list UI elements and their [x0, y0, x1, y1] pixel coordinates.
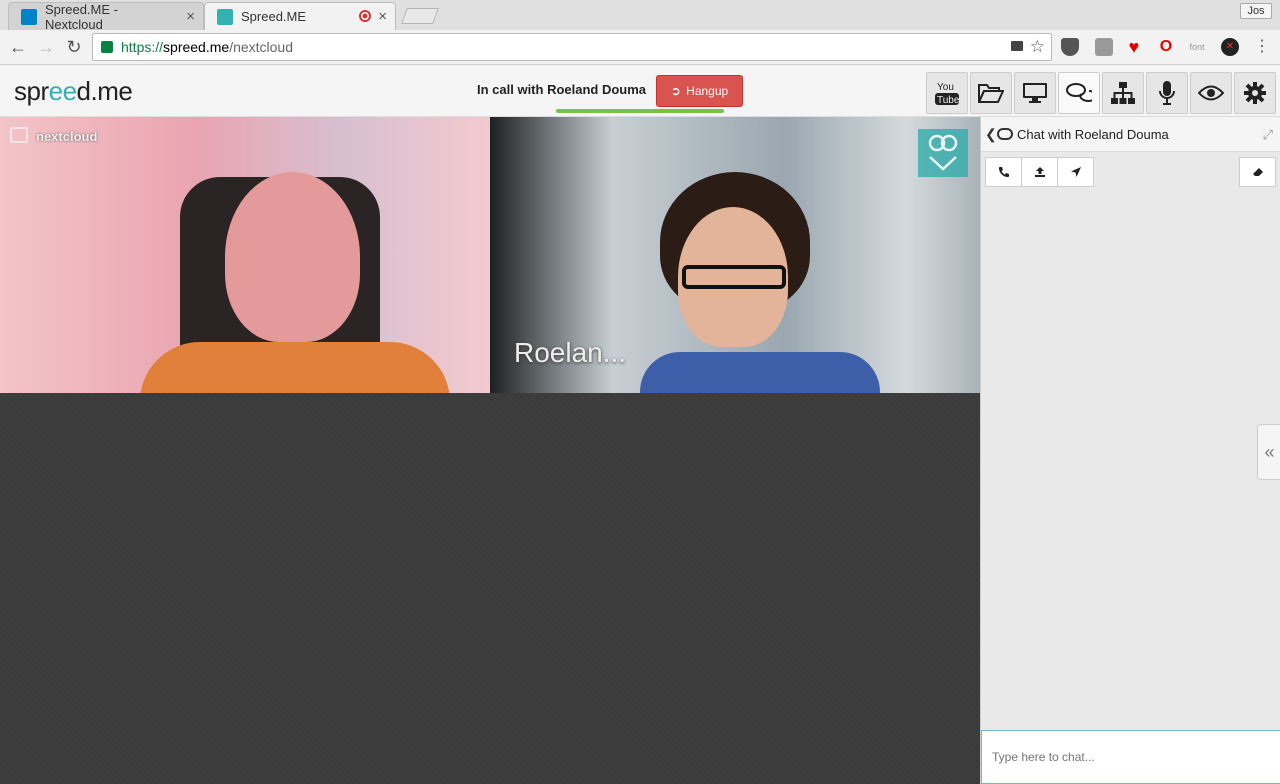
hangup-label: Hangup [686, 84, 729, 98]
upload-icon [1034, 167, 1045, 177]
chat-call-button[interactable] [985, 157, 1022, 187]
chat-pane: ❮ Chat with Roeland Douma ⤢ « [980, 117, 1280, 784]
logo-suffix: d.me [76, 76, 133, 106]
browser-tabstrip: Spreed.ME - Nextcloud × Spreed.ME × Jos [0, 0, 1280, 32]
chat-clear-button[interactable] [1239, 157, 1276, 187]
video-stage: nextcloud Roelan... [0, 117, 980, 784]
youtube-icon: You Tube [935, 82, 959, 106]
address-bar[interactable]: https://spreed.me/nextcloud ☆ [92, 33, 1052, 61]
eraser-icon [1252, 168, 1263, 176]
recording-indicator-icon [359, 10, 371, 22]
close-icon[interactable]: × [378, 8, 387, 25]
back-arrow-icon[interactable]: ← [8, 37, 28, 57]
hangup-button[interactable]: ➲ Hangup [656, 75, 743, 107]
app-header: spreed.me In call with Roeland Douma ➲ H… [0, 66, 1280, 117]
mic-button[interactable] [1146, 72, 1188, 114]
tab-title: Spreed.ME - Nextcloud [45, 1, 118, 32]
forward-arrow-icon[interactable]: → [36, 37, 56, 57]
url-host: spreed.me [163, 39, 230, 55]
remote-video-label: Roelan... [514, 337, 627, 368]
opera-icon[interactable]: O [1157, 38, 1175, 56]
folder-open-icon [978, 84, 1004, 103]
font-extension-icon[interactable]: font [1188, 38, 1206, 56]
files-button[interactable] [970, 72, 1012, 114]
extension-icon[interactable] [1095, 38, 1113, 56]
nextcloud-favicon-icon [21, 9, 37, 25]
chat-title: Chat with Roeland Douma [1017, 127, 1169, 142]
camera-button[interactable] [1190, 72, 1232, 114]
camera-in-use-icon[interactable] [1011, 41, 1023, 51]
expand-icon[interactable]: ⤢ [1263, 117, 1273, 152]
block-extension-icon[interactable]: ✕ [1221, 38, 1239, 56]
chat-input[interactable] [981, 730, 1280, 784]
settings-button[interactable] [1234, 72, 1276, 114]
remote-participant-glasses [682, 265, 786, 289]
call-progress-bar [556, 109, 724, 113]
bookmark-star-icon[interactable]: ☆ [1030, 34, 1045, 60]
profile-button[interactable]: Jos [1240, 3, 1272, 19]
roomlist-button[interactable] [1102, 72, 1144, 114]
call-status: In call with Roeland Douma [477, 82, 647, 97]
logo-middle: ee [48, 76, 77, 106]
desktop-icon [1023, 83, 1047, 103]
pocket-icon[interactable] [1061, 38, 1079, 56]
close-icon[interactable]: × [186, 8, 195, 25]
reload-icon[interactable]: ↻ [64, 37, 84, 57]
collapse-sidebar-button[interactable]: « [1257, 424, 1280, 480]
microphone-icon [1159, 81, 1175, 105]
browser-toolbar: ← → ↻ https://spreed.me/nextcloud ☆ ♥ O … [0, 30, 1280, 65]
youtube-button[interactable]: You Tube [926, 72, 968, 114]
chat-button[interactable] [1058, 72, 1100, 114]
local-participant-face [225, 172, 360, 342]
tab-title: Spreed.ME [241, 9, 307, 24]
heart-icon[interactable]: ♥ [1125, 38, 1143, 56]
local-participant-shirt [140, 342, 450, 393]
svg-text:You: You [937, 82, 954, 93]
chat-upload-button[interactable] [1021, 157, 1058, 187]
url-path: /nextcloud [229, 39, 294, 55]
sitemap-icon [1111, 82, 1135, 104]
browser-tab-nextcloud[interactable]: Spreed.ME - Nextcloud × [8, 1, 204, 32]
sign-out-icon: ➲ [670, 84, 681, 98]
eye-icon [1198, 85, 1224, 101]
menu-dots-icon[interactable]: ⋮ [1252, 37, 1272, 57]
url-protocol: https:// [121, 39, 164, 55]
local-video-label: nextcloud [36, 129, 98, 144]
logo-prefix: spr [14, 76, 49, 106]
svg-text:Tube: Tube [937, 95, 959, 106]
chevron-left-icon[interactable]: ❮ [985, 117, 997, 152]
local-video[interactable]: nextcloud [0, 117, 490, 393]
edit-icon[interactable] [10, 127, 28, 143]
chat-location-button[interactable] [1057, 157, 1094, 187]
chat-bubbles-icon [1066, 83, 1092, 102]
screenshare-button[interactable] [1014, 72, 1056, 114]
spreedme-watermark-icon [918, 129, 968, 177]
spreedme-logo: spreed.me [14, 76, 133, 107]
remote-participant-shirt [640, 352, 880, 393]
remote-video[interactable]: Roelan... [490, 117, 980, 393]
gear-icon [1244, 82, 1266, 104]
browser-tab-spreedme[interactable]: Spreed.ME × [204, 2, 396, 30]
location-arrow-icon [1070, 167, 1081, 177]
chat-header: ❮ Chat with Roeland Douma ⤢ [981, 117, 1280, 152]
phone-icon [998, 167, 1009, 177]
spreedme-favicon-icon [217, 9, 233, 25]
chat-bubble-icon [997, 128, 1013, 140]
lock-icon [101, 41, 113, 53]
new-tab-button[interactable] [401, 8, 439, 24]
